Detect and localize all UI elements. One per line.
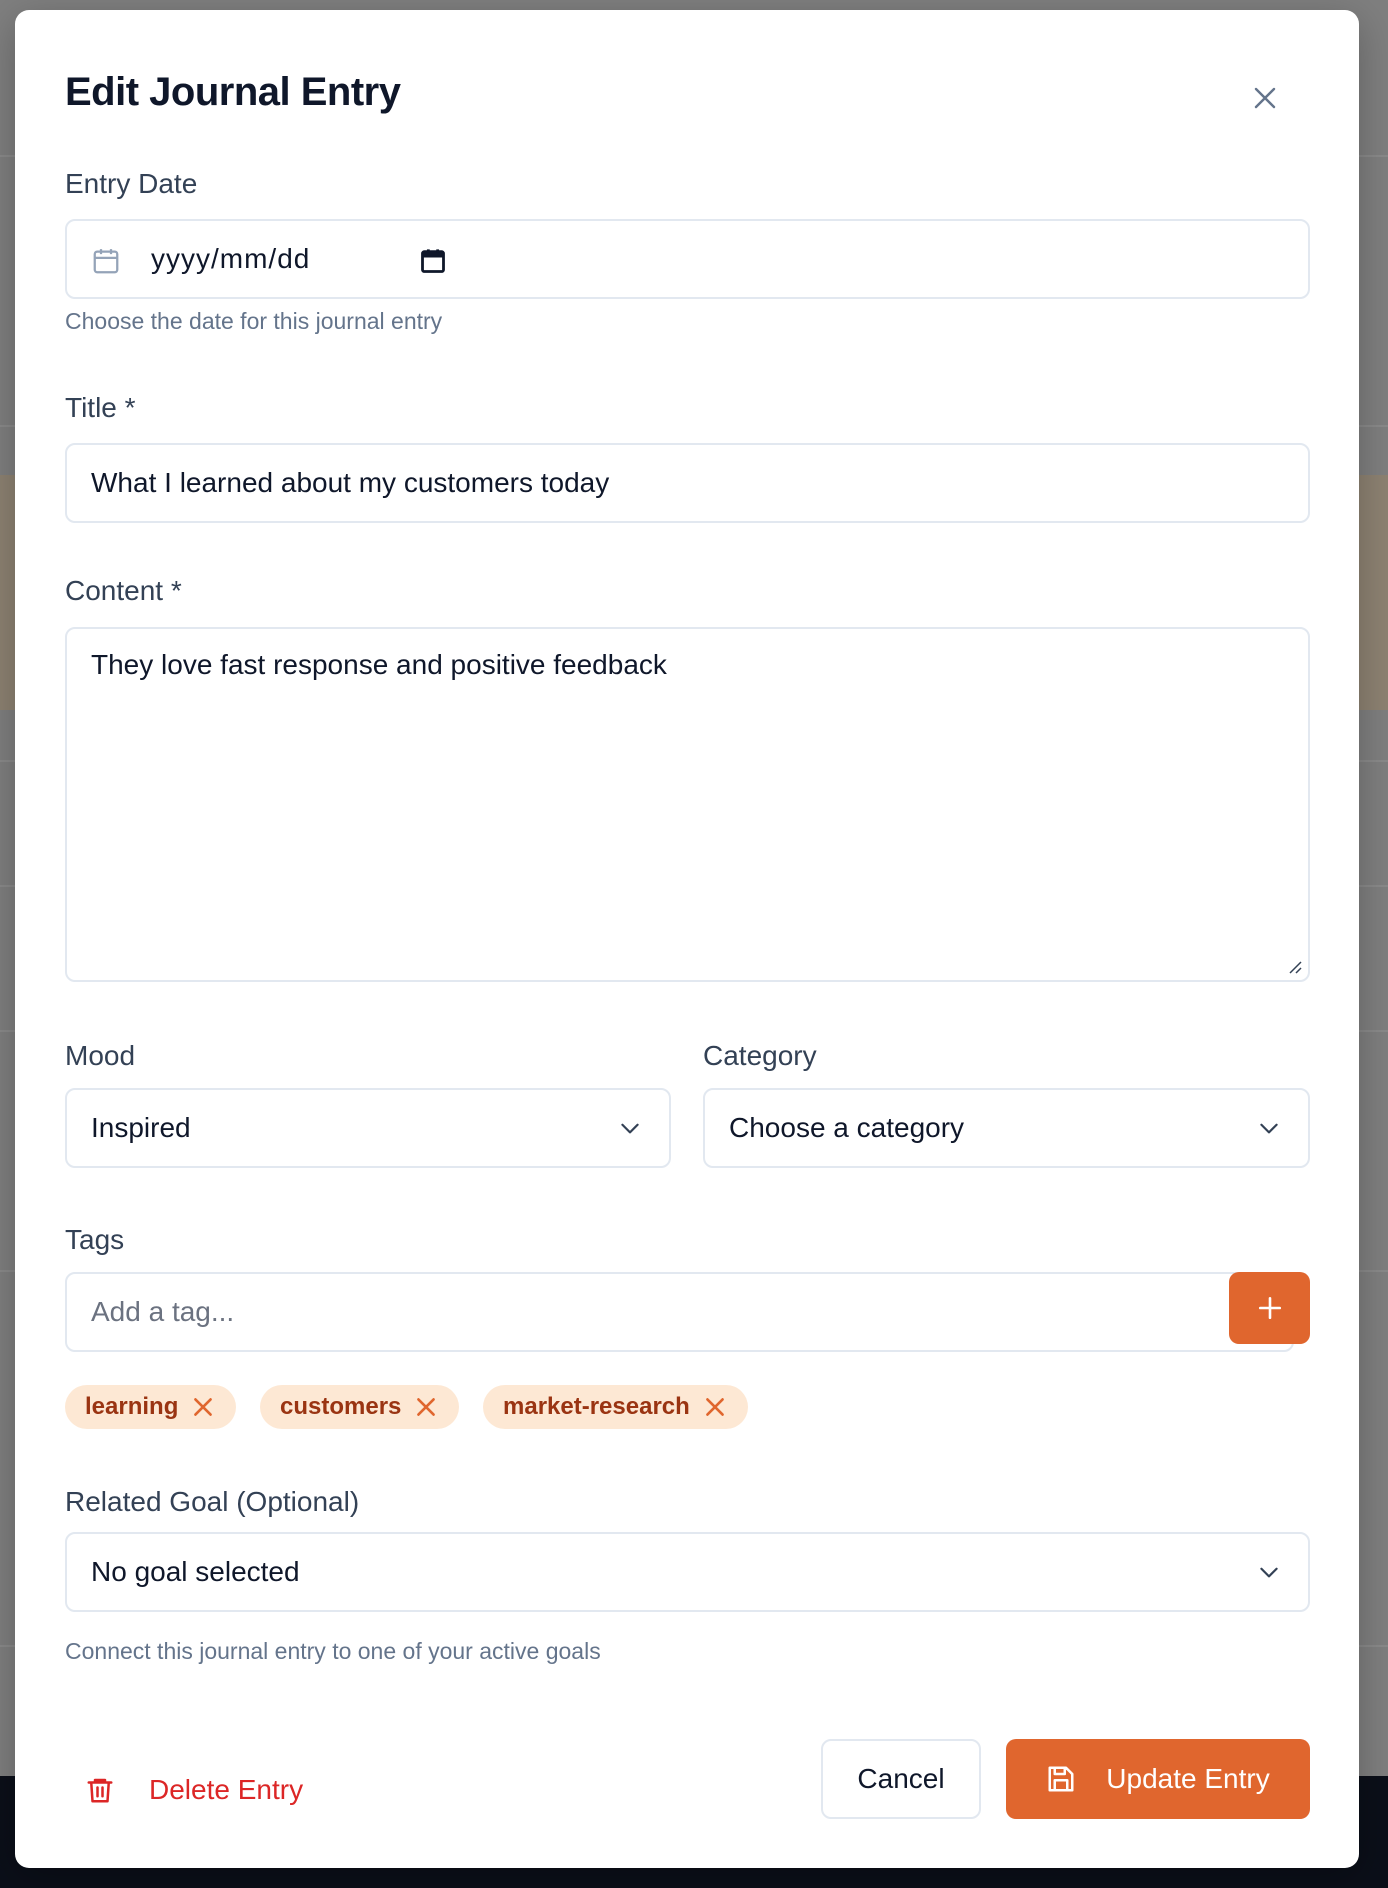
add-tag-button[interactable] bbox=[1229, 1272, 1310, 1344]
title-label: Title * bbox=[65, 392, 136, 423]
mood-select[interactable]: Inspired bbox=[65, 1088, 671, 1168]
delete-entry-label: Delete Entry bbox=[149, 1774, 304, 1805]
entry-date-label: Entry Date bbox=[65, 168, 198, 199]
trash-icon bbox=[87, 1778, 113, 1803]
x-icon[interactable] bbox=[413, 1394, 439, 1420]
x-icon[interactable] bbox=[190, 1394, 216, 1420]
dialog-title: Edit Journal Entry bbox=[65, 70, 401, 114]
content-value: They love fast response and positive fee… bbox=[91, 649, 667, 680]
content-label: Content * bbox=[65, 575, 182, 606]
x-icon[interactable] bbox=[702, 1394, 728, 1420]
category-label: Category bbox=[703, 1040, 817, 1071]
related-goal-hint: Connect this journal entry to one of you… bbox=[65, 1638, 601, 1664]
tag-chip: learning bbox=[65, 1385, 237, 1429]
tag-label: customers bbox=[280, 1393, 402, 1420]
tags-label: Tags bbox=[65, 1224, 125, 1255]
tag-input[interactable]: Add a tag... bbox=[65, 1272, 1294, 1352]
related-goal-selected: No goal selected bbox=[91, 1556, 300, 1587]
date-picker-icon[interactable] bbox=[419, 247, 447, 275]
save-icon bbox=[1048, 1766, 1074, 1792]
cancel-label: Cancel bbox=[857, 1763, 945, 1794]
close-icon bbox=[1254, 87, 1276, 109]
close-button[interactable] bbox=[1247, 80, 1283, 116]
tag-chip: customers bbox=[260, 1385, 460, 1429]
tag-label: learning bbox=[85, 1393, 179, 1420]
content-textarea[interactable]: They love fast response and positive fee… bbox=[65, 627, 1310, 982]
update-entry-label: Update Entry bbox=[1106, 1763, 1270, 1794]
mood-selected: Inspired bbox=[91, 1112, 191, 1143]
tag-input-placeholder: Add a tag... bbox=[91, 1296, 235, 1327]
related-goal-select[interactable]: No goal selected bbox=[65, 1532, 1310, 1612]
chevron-down-icon bbox=[1260, 1123, 1278, 1134]
category-selected: Choose a category bbox=[729, 1112, 965, 1143]
category-select[interactable]: Choose a category bbox=[703, 1088, 1310, 1168]
chevron-down-icon bbox=[1260, 1567, 1278, 1578]
delete-entry-button[interactable]: Delete Entry bbox=[85, 1762, 303, 1818]
mood-label: Mood bbox=[65, 1040, 136, 1071]
entry-date-value: yyyy/mm/dd bbox=[151, 243, 311, 274]
calendar-icon bbox=[93, 249, 119, 274]
resize-handle-icon[interactable] bbox=[1286, 958, 1302, 974]
tag-label: market-research bbox=[503, 1393, 690, 1420]
plus-icon bbox=[1258, 1296, 1281, 1320]
title-input[interactable]: What I learned about my customers today bbox=[65, 443, 1310, 523]
edit-journal-entry-dialog: Edit Journal Entry Entry Date yyyy/mm/dd… bbox=[15, 10, 1359, 1868]
tag-chip: market-research bbox=[483, 1385, 748, 1429]
cancel-button[interactable]: Cancel bbox=[821, 1739, 981, 1819]
entry-date-hint: Choose the date for this journal entry bbox=[65, 308, 443, 334]
title-value: What I learned about my customers today bbox=[91, 467, 610, 498]
chevron-down-icon bbox=[621, 1123, 639, 1134]
background-card bbox=[1359, 475, 1388, 710]
related-goal-label: Related Goal (Optional) bbox=[65, 1486, 360, 1517]
entry-date-input[interactable]: yyyy/mm/dd bbox=[65, 219, 1310, 299]
background-card bbox=[0, 475, 15, 710]
update-entry-button[interactable]: Update Entry bbox=[1006, 1739, 1310, 1819]
